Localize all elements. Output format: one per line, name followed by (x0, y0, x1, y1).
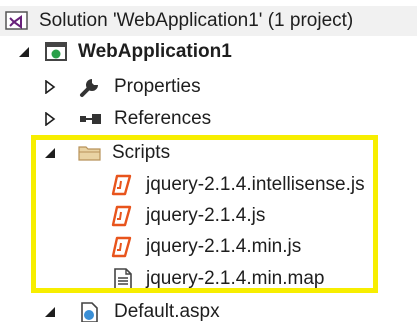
collapsed-arrow-icon[interactable] (44, 80, 58, 94)
solution-explorer-tree: Solution 'WebApplication1' (1 project) W… (0, 0, 417, 322)
solution-label: Solution 'WebApplication1' (1 project) (39, 10, 354, 31)
node-label: Properties (114, 76, 201, 97)
collapsed-arrow-icon[interactable] (44, 112, 58, 126)
references-icon (78, 107, 102, 131)
tree-node-properties[interactable]: Properties (0, 72, 417, 102)
aspx-file-icon (78, 300, 102, 322)
tree-node-solution[interactable]: Solution 'WebApplication1' (1 project) (0, 6, 417, 36)
tree-node-project[interactable]: WebApplication1 (0, 37, 417, 67)
tree-node-default-aspx[interactable]: Default.aspx (0, 297, 417, 322)
tree-node-references[interactable]: References (0, 104, 417, 134)
web-project-icon (44, 40, 68, 64)
scripts-highlight-box (31, 135, 378, 293)
node-label: References (114, 108, 212, 129)
expanded-arrow-icon[interactable] (18, 46, 32, 60)
project-label: WebApplication1 (78, 41, 232, 62)
vs-solution-icon (5, 10, 29, 34)
expanded-arrow-icon[interactable] (44, 306, 58, 320)
node-label: Default.aspx (114, 301, 220, 322)
wrench-icon (78, 75, 102, 99)
